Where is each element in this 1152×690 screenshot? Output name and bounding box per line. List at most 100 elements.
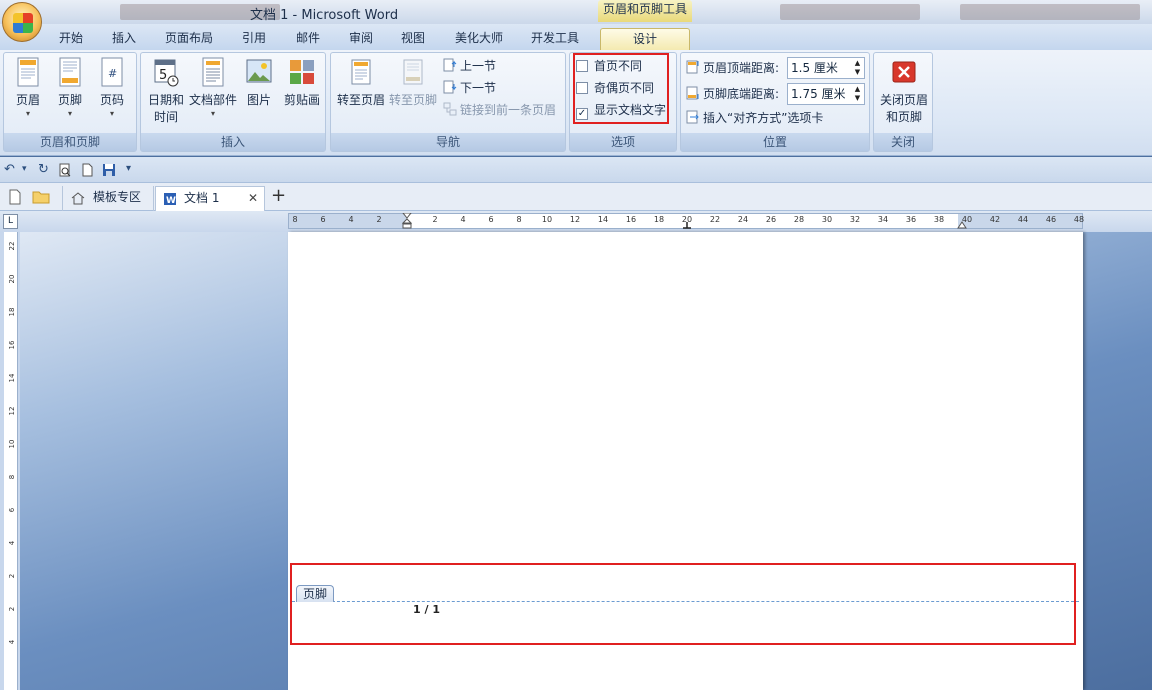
picture-button[interactable]: 图片	[241, 57, 277, 108]
goto-footer-label: 转至页脚	[388, 93, 437, 107]
tab-mailings[interactable]: 邮件	[286, 28, 330, 50]
close-tab-icon[interactable]: ✕	[248, 187, 258, 210]
doc-parts-icon	[202, 57, 224, 87]
save-icon[interactable]	[102, 163, 116, 177]
insert-align-tab-label: 插入“对齐方式”选项卡	[703, 111, 824, 125]
picture-icon	[246, 59, 272, 83]
ruler-tick-label: 8	[516, 215, 522, 224]
add-tab-icon[interactable]: +	[271, 185, 286, 206]
group-label: 导航	[331, 133, 565, 151]
page-number-button[interactable]: # 页码 ▾	[92, 57, 132, 118]
ruler-tick-label: 30	[821, 215, 833, 224]
chevron-down-icon: ▾	[210, 109, 215, 118]
header-top-distance-input[interactable]: 1.5 厘米 ▲ ▼	[787, 57, 865, 79]
open-folder-icon[interactable]	[32, 190, 50, 204]
options-highlight-box	[573, 53, 669, 124]
horizontal-ruler[interactable]: 8 6 4 2 2 4 6 8 10 12 14 16 18 20 22 24 26 28 30 32 34 36 38 40…	[288, 213, 1084, 229]
ruler-tick-label: 6	[320, 215, 326, 224]
ruler-tick-label: 18	[653, 215, 665, 224]
right-indent-marker-icon[interactable]	[957, 220, 967, 229]
vertical-ruler[interactable]: 22 20 18 16 14 12 10 8 6 4 2 2 4	[4, 232, 18, 690]
spinner-arrows-icon[interactable]: ▲ ▼	[853, 59, 862, 77]
svg-text:W: W	[166, 196, 176, 206]
tab-beautify-master[interactable]: 美化大师	[446, 28, 512, 50]
svg-text:#: #	[108, 67, 117, 80]
close-header-footer-button[interactable]: 关闭页眉 和页脚	[876, 57, 932, 125]
redo-icon[interactable]: ↻	[38, 162, 49, 177]
vertical-ruler-tick-label: 20	[8, 274, 16, 284]
insert-align-tab-icon	[686, 110, 699, 124]
ribbon: 页眉 ▾ 页脚 ▾ # 页码 ▾ 页眉和页脚 5 日期和 时间 文档部件 ▾ 图…	[0, 50, 1152, 156]
tab-selector-icon[interactable]: L	[3, 214, 18, 229]
ruler-tick-label: 4	[460, 215, 466, 224]
office-button[interactable]	[2, 2, 42, 42]
prev-section-icon	[443, 58, 457, 72]
goto-footer-button[interactable]: 转至页脚	[387, 57, 439, 108]
prev-section-label: 上一节	[460, 59, 497, 73]
header-top-distance-label-row: 页眉顶端距离:	[686, 59, 779, 77]
vertical-ruler-tick-label: 14	[8, 373, 16, 383]
ruler-tick-label: 4	[348, 215, 354, 224]
link-icon	[443, 102, 457, 116]
ruler-tick-label: 10	[541, 215, 553, 224]
vertical-ruler-tick-label: 6	[8, 507, 16, 513]
indent-marker-icon[interactable]	[402, 213, 412, 229]
print-preview-icon[interactable]	[58, 163, 72, 177]
title-bar: 文档 1 - Microsoft Word 页眉和页脚工具	[0, 0, 1152, 24]
header-distance-icon	[686, 60, 699, 74]
office-logo-icon	[13, 13, 33, 33]
ruler-tick-label: 22	[709, 215, 721, 224]
template-zone-label: 模板专区	[93, 190, 142, 204]
footer-bottom-distance-input[interactable]: 1.75 厘米 ▲ ▼	[787, 83, 865, 105]
tab-review[interactable]: 审阅	[340, 28, 382, 50]
group-position: 页眉顶端距离: 1.5 厘米 ▲ ▼ 页脚底端距离: 1.75 厘米 ▲ ▼ 插入“…	[680, 52, 870, 152]
customize-toolbar-icon[interactable]: ▾	[126, 163, 131, 174]
ribbon-tabs: 开始 插入 页面布局 引用 邮件 审阅 视图 美化大师 开发工具 设计	[0, 24, 1152, 50]
vertical-ruler-tick-label: 2	[8, 606, 16, 612]
link-previous-button[interactable]: 链接到前一条页眉	[443, 101, 556, 119]
tab-home[interactable]: 开始	[50, 28, 92, 50]
goto-header-button[interactable]: 转至页眉	[335, 57, 387, 108]
ruler-tick-label: 36	[905, 215, 917, 224]
window-title: 文档 1 - Microsoft Word	[250, 8, 399, 23]
context-tools-title: 页眉和页脚工具	[598, 0, 692, 22]
header-button[interactable]: 页眉 ▾	[8, 57, 48, 118]
clipart-button[interactable]: 剪贴画	[281, 57, 323, 108]
footer-button[interactable]: 页脚 ▾	[50, 57, 90, 118]
chevron-down-icon: ▾	[67, 109, 72, 118]
tab-document-1[interactable]: W 文档 1 ✕	[155, 186, 265, 211]
tab-references[interactable]: 引用	[232, 28, 276, 50]
tab-view[interactable]: 视图	[392, 28, 434, 50]
tab-template-zone[interactable]: 模板专区	[62, 186, 154, 211]
tab-insert[interactable]: 插入	[104, 28, 144, 50]
insert-align-tab-button[interactable]: 插入“对齐方式”选项卡	[686, 109, 823, 127]
tab-design[interactable]: 设计	[600, 28, 690, 50]
goto-footer-icon	[403, 59, 423, 85]
undo-dropdown-icon[interactable]: ▾	[22, 164, 27, 174]
footer-bottom-distance-label: 页脚底端距离:	[703, 87, 780, 101]
next-section-button[interactable]: 下一节	[443, 79, 496, 97]
doc-parts-button[interactable]: 文档部件 ▾	[187, 57, 239, 118]
vertical-ruler-tick-label: 8	[8, 474, 16, 480]
clipart-icon	[290, 60, 314, 84]
chevron-down-icon: ▾	[109, 109, 114, 118]
footer-bottom-distance-label-row: 页脚底端距离:	[686, 85, 779, 103]
group-insert: 5 日期和 时间 文档部件 ▾ 图片 剪贴画 插入	[140, 52, 326, 152]
header-top-distance-label: 页眉顶端距离:	[703, 61, 780, 75]
undo-icon[interactable]: ↶	[4, 162, 15, 177]
next-section-label: 下一节	[460, 81, 497, 95]
home-icon	[71, 192, 85, 205]
new-file-icon[interactable]	[8, 189, 22, 205]
date-time-button[interactable]: 5 日期和 时间	[145, 57, 187, 125]
prev-section-button[interactable]: 上一节	[443, 57, 496, 75]
vertical-ruler-tick-label: 10	[8, 439, 16, 449]
tab-developer[interactable]: 开发工具	[522, 28, 588, 50]
tab-page-layout[interactable]: 页面布局	[156, 28, 222, 50]
footer-label: 页脚	[57, 93, 82, 107]
center-tab-stop-icon[interactable]	[682, 222, 692, 229]
new-document-icon[interactable]	[80, 163, 94, 177]
vertical-ruler-tick-label: 22	[8, 241, 16, 251]
ruler-tick-label: 12	[569, 215, 581, 224]
spinner-arrows-icon[interactable]: ▲ ▼	[853, 85, 862, 103]
svg-text:5: 5	[159, 68, 167, 83]
